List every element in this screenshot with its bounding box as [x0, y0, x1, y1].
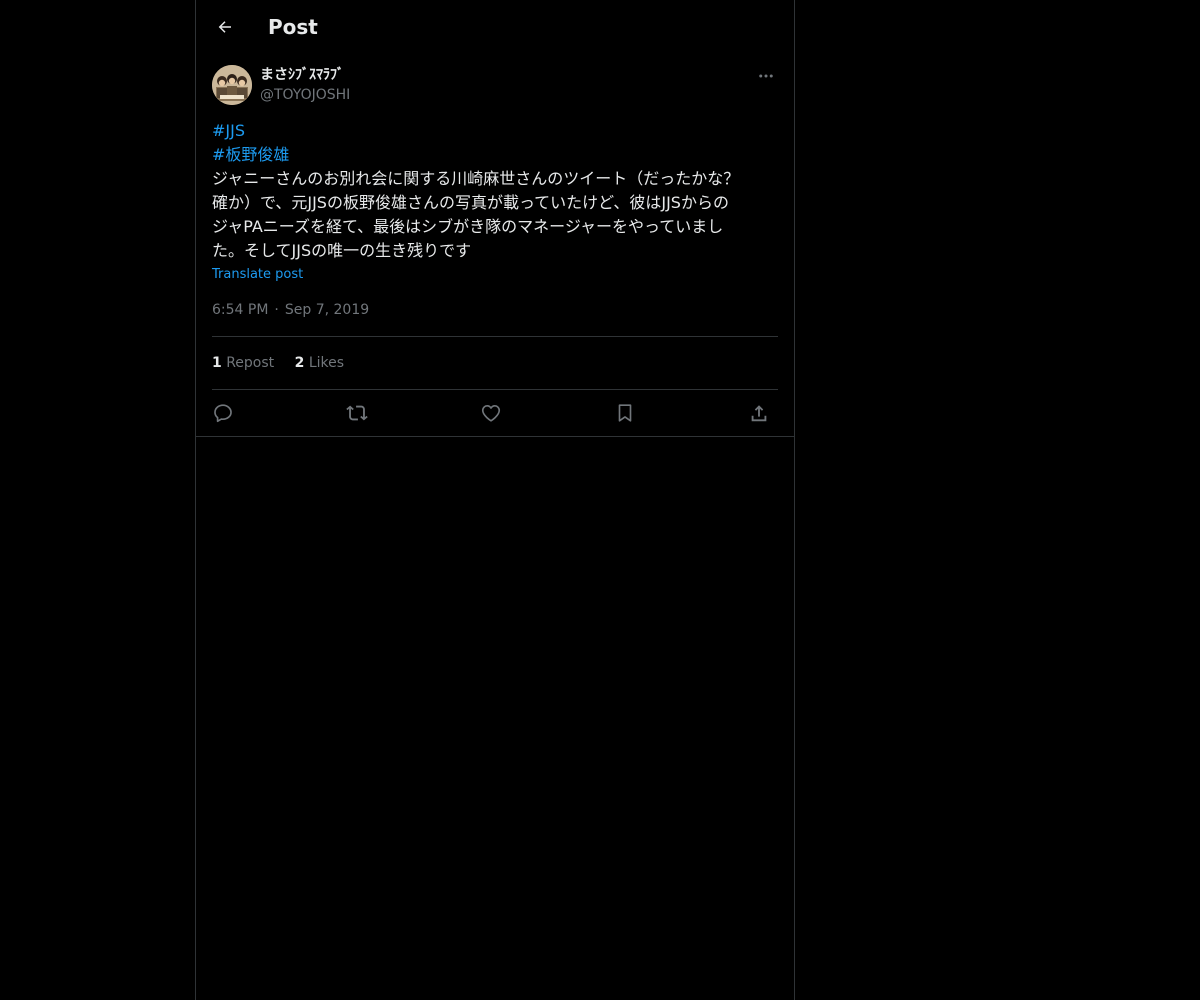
reposts-stat[interactable]: 1 Repost [212, 355, 274, 371]
translate-post-link[interactable]: Translate post [212, 266, 303, 284]
hashtag-link[interactable]: #板野俊雄 [212, 143, 778, 167]
share-button[interactable] [746, 400, 772, 426]
post-text-line: 確か）で、元JJSの板野俊雄さんの写真が載っていたけど、彼はJJSからの [212, 193, 729, 212]
post-timestamp[interactable]: 6:54 PM · Sep 7, 2019 [212, 300, 369, 320]
reposts-count: 1 [212, 355, 222, 371]
share-icon [751, 405, 767, 422]
divider [212, 336, 778, 337]
more-horizontal-icon [759, 74, 773, 78]
post-time[interactable]: 6:54 PM [212, 302, 268, 318]
post-text-line: ジャニーさんのお別れ会に関する川崎麻世さんのツイート（だったかな？ [212, 169, 740, 188]
avatar-image [212, 65, 252, 105]
repost-icon [346, 405, 368, 421]
action-bar [212, 400, 778, 426]
hashtag-link[interactable]: #JJS [212, 119, 778, 143]
reply-button[interactable] [210, 400, 236, 426]
post-date[interactable]: Sep 7, 2019 [285, 302, 369, 318]
timestamp-separator: · [274, 302, 279, 318]
post-header: Post [196, 0, 794, 54]
more-button[interactable] [754, 64, 778, 88]
author-row: まさｼﾌﾞｽﾏﾗﾌﾞ @TOYOJOSHI [212, 64, 778, 108]
likes-stat[interactable]: 2 Likes [295, 355, 344, 371]
bookmark-icon [618, 404, 632, 422]
page-title: Post [268, 15, 318, 39]
arrow-left-icon [218, 21, 231, 33]
post-body: #JJS #板野俊雄 ジャニーさんのお別れ会に関する川崎麻世さんのツイート（だっ… [212, 119, 778, 263]
post-bottom-border [196, 436, 794, 437]
like-button[interactable] [478, 400, 504, 426]
display-name[interactable]: まさｼﾌﾞｽﾏﾗﾌﾞ [260, 65, 344, 85]
engagement-stats: 1 Repost 2 Likes [212, 353, 360, 373]
reposts-label: Repost [226, 355, 275, 371]
likes-count: 2 [294, 355, 305, 371]
reply-icon [214, 404, 232, 423]
heart-icon [481, 405, 501, 422]
post-text-line: た。そしてJJSの唯一の生き残りです [212, 241, 472, 260]
likes-label: Likes [308, 355, 345, 371]
post-text-line: ジャPAニーズを経て、最後はシブがき隊のマネージャーをやっていまし [212, 217, 724, 236]
user-handle[interactable]: @TOYOJOSHI [260, 85, 350, 105]
repost-button[interactable] [344, 400, 370, 426]
divider [212, 389, 778, 390]
avatar[interactable] [212, 65, 252, 105]
back-button[interactable] [208, 10, 242, 44]
bookmark-button[interactable] [612, 400, 638, 426]
post-column: Post まさｼﾌﾞｽﾏﾗﾌﾞ @TOYOJOSHI #JJS #板野俊雄 ジャ… [195, 0, 795, 1000]
